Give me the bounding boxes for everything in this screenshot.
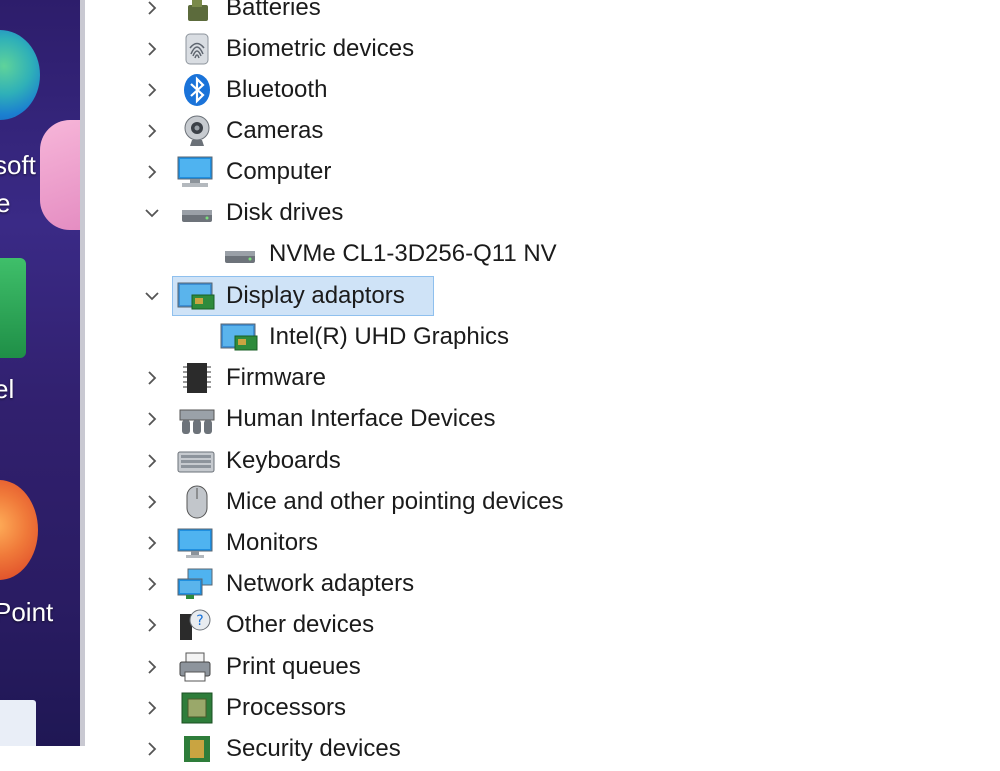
tree-item-keyboards[interactable]: Keyboards [90,443,990,479]
chevron-right-icon[interactable] [142,368,162,388]
tree-item-processors[interactable]: Processors [90,690,990,726]
processor-icon [180,691,214,725]
tree-item-batteries[interactable]: Batteries [90,0,990,26]
tree-item-label: Print queues [226,653,361,680]
chevron-right-icon[interactable] [142,574,162,594]
tree-item-label: Processors [226,694,347,721]
unknown-device-icon: ? [178,608,212,642]
chevron-right-icon[interactable] [142,615,162,635]
tree-item-mice[interactable]: Mice and other pointing devices [90,484,990,520]
tree-item-biometric-devices[interactable]: Biometric devices [90,31,990,67]
desktop-label: el [0,374,15,404]
tree-item-cameras[interactable]: Cameras [90,113,990,149]
tree-item-label: Firmware [226,364,326,391]
security-device-icon [180,732,214,766]
tree-item-label: NVMe CL1-3D256-Q11 NV [269,240,557,267]
tree-item-label: Biometric devices [226,35,415,62]
chevron-right-icon[interactable] [142,39,162,59]
tree-item-human-interface-devices[interactable]: Human Interface Devices [90,401,990,437]
powerpoint-app-icon[interactable] [0,480,38,580]
tree-item-label: Security devices [226,735,401,762]
printer-icon [178,650,212,684]
tree-item-label: Batteries [226,0,321,21]
tree-item-bluetooth[interactable]: Bluetooth [90,72,990,108]
mouse-icon [180,485,214,519]
bluetooth-icon [180,73,214,107]
desktop-label: e [0,188,11,218]
desktop-wallpaper-shape [40,120,80,230]
excel-app-icon[interactable] [0,258,26,358]
tree-item-label: Keyboards [226,447,341,474]
desktop-label: soft [0,150,36,180]
chevron-down-icon[interactable] [142,203,162,223]
tree-item-label: Network adapters [226,570,415,597]
store-app-icon[interactable] [0,700,36,746]
tree-item-label: Human Interface Devices [226,405,496,432]
tree-item-firmware[interactable]: Firmware [90,360,990,396]
chevron-right-icon[interactable] [142,492,162,512]
tree-item-label: Intel(R) UHD Graphics [269,323,510,350]
disk-drive-icon [180,196,214,230]
chevron-right-icon[interactable] [142,0,162,18]
tree-item-label: Mice and other pointing devices [226,488,564,515]
window-border [80,0,85,746]
display-adapter-icon [176,279,216,313]
chevron-right-icon[interactable] [142,657,162,677]
chevron-down-icon[interactable] [142,286,162,306]
device-tree: Batteries Biometric devices Bluetooth Ca… [90,0,1000,762]
tree-item-display-adaptors[interactable]: Display adaptors [90,276,990,316]
desktop-label: Point [0,597,54,627]
desktop-background: soft e el Point [0,0,80,746]
tree-item-monitors[interactable]: Monitors [90,525,990,561]
tree-item-other-devices[interactable]: ? Other devices [90,607,990,643]
battery-icon [180,0,214,25]
tree-item-disk-drives[interactable]: Disk drives [90,195,990,231]
tree-item-label: Other devices [226,611,375,638]
tree-item-label: Display adaptors [226,282,405,309]
svg-text:?: ? [196,613,203,629]
chevron-right-icon[interactable] [142,121,162,141]
chevron-right-icon[interactable] [142,80,162,100]
chevron-right-icon[interactable] [142,162,162,182]
tree-item-nvme-drive[interactable]: NVMe CL1-3D256-Q11 NV [90,236,990,272]
hid-icon [178,402,216,436]
tree-item-label: Computer [226,158,332,185]
tree-item-label: Disk drives [226,199,344,226]
tree-item-security-devices[interactable]: Security devices [90,731,990,767]
tree-item-computer[interactable]: Computer [90,154,990,190]
chevron-right-icon[interactable] [142,698,162,718]
keyboard-icon [176,444,216,478]
chevron-right-icon[interactable] [142,533,162,553]
chevron-right-icon[interactable] [142,409,162,429]
monitor-icon [176,526,214,560]
computer-icon [176,155,214,189]
disk-drive-icon [223,237,257,271]
network-adapter-icon [176,567,214,601]
tree-item-print-queues[interactable]: Print queues [90,649,990,685]
tree-item-network-adapters[interactable]: Network adapters [90,566,990,602]
tree-item-label: Cameras [226,117,324,144]
display-adapter-icon [219,320,259,354]
tree-item-intel-uhd-graphics[interactable]: Intel(R) UHD Graphics [90,319,990,355]
camera-icon [180,114,214,148]
edge-app-icon[interactable] [0,30,40,120]
chevron-right-icon[interactable] [142,739,162,759]
tree-item-label: Monitors [226,529,319,556]
tree-item-label: Bluetooth [226,76,328,103]
chevron-right-icon[interactable] [142,451,162,471]
fingerprint-icon [180,32,214,66]
firmware-chip-icon [180,361,214,395]
